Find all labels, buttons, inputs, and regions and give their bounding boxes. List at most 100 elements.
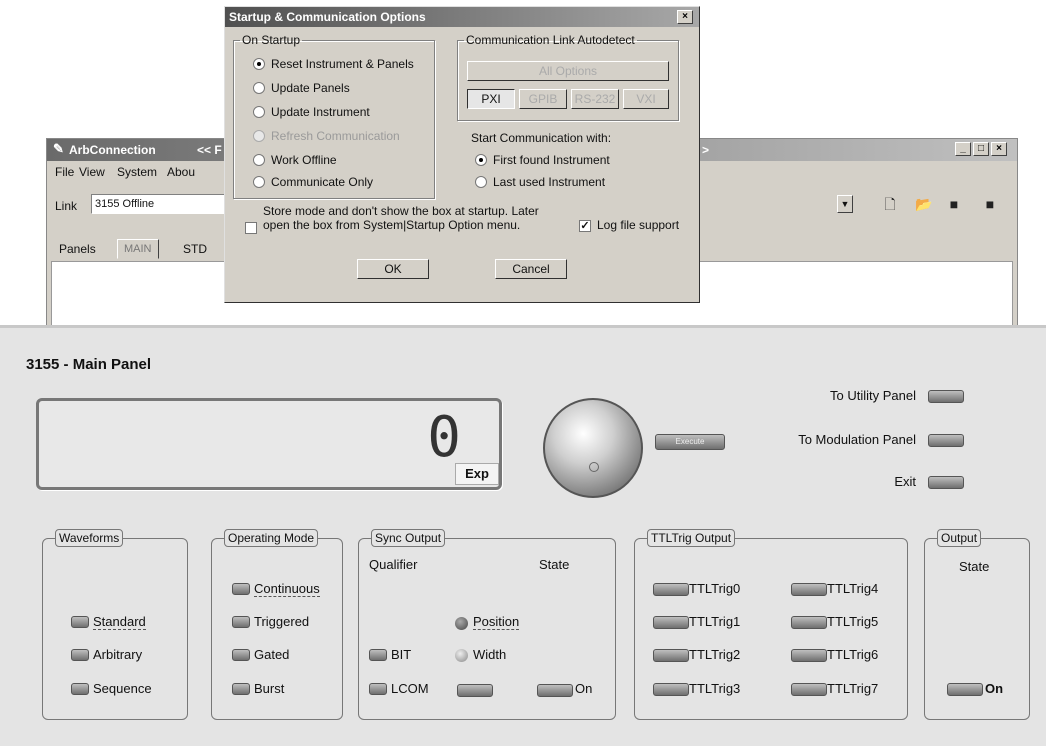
output-state-label: State <box>959 559 990 574</box>
all-options-button: All Options <box>467 61 669 81</box>
exit-label: Exit <box>894 474 916 489</box>
width-radio[interactable] <box>455 649 468 662</box>
radio-button[interactable] <box>253 58 265 70</box>
chevron-down-icon[interactable]: ▼ <box>837 195 853 213</box>
lcom-label: LCOM <box>391 681 429 696</box>
dialog-title-bar[interactable]: Startup & Communication Options × <box>225 7 699 27</box>
menu-view[interactable]: View <box>79 165 105 179</box>
start-communication-label: Start Communication with: <box>471 131 612 145</box>
open-folder-icon[interactable]: 📂 <box>915 196 933 212</box>
save-all-icon[interactable]: ■ <box>981 196 999 212</box>
lcom-led[interactable] <box>369 683 387 695</box>
state-label: State <box>539 557 570 572</box>
close-icon[interactable]: × <box>677 10 693 24</box>
output-on-button[interactable] <box>947 683 983 696</box>
link-field[interactable]: 3155 Offline <box>91 194 226 214</box>
display-value: 0 <box>427 405 461 470</box>
ttltrig5-button[interactable] <box>791 616 827 629</box>
link-label: Link <box>55 199 78 213</box>
qualifier-label: Qualifier <box>369 557 418 572</box>
ttltrig4-label: TTLTrig4 <box>827 581 879 596</box>
radio-button[interactable] <box>475 176 487 188</box>
ttltrig2-label: TTLTrig2 <box>689 647 741 662</box>
dialog-title: Startup & Communication Options <box>229 10 426 24</box>
ttltrig3-button[interactable] <box>653 683 689 696</box>
ttltrig4-button[interactable] <box>791 583 827 596</box>
radio-label: Update Panels <box>271 81 350 95</box>
tab-std[interactable]: STD <box>177 239 213 259</box>
waveforms-title: Waveforms <box>55 529 124 547</box>
ok-button[interactable]: OK <box>357 259 429 279</box>
store-mode-checkbox[interactable] <box>245 222 257 234</box>
to-utility-panel-button[interactable] <box>928 390 964 403</box>
ttltrig0-label: TTLTrig0 <box>689 581 741 596</box>
execute-button[interactable]: Execute <box>655 434 725 450</box>
operating-mode-title: Operating Mode <box>224 529 319 547</box>
burst-led[interactable] <box>232 683 250 695</box>
arb-window-title: ArbConnection <box>69 143 156 157</box>
radio-label: Communicate Only <box>271 175 374 189</box>
close-icon[interactable]: × <box>991 142 1007 156</box>
maximize-icon[interactable]: □ <box>973 142 989 156</box>
menu-system[interactable]: System <box>117 165 157 179</box>
radio-label: Refresh Communication <box>271 129 400 143</box>
to-utility-panel-label: To Utility Panel <box>830 388 916 403</box>
minimize-icon[interactable]: _ <box>955 142 971 156</box>
rs232-button: RS-232 <box>571 89 619 109</box>
log-file-checkbox[interactable]: ✓ <box>579 220 591 232</box>
ttltrig1-button[interactable] <box>653 616 689 629</box>
output-title: Output <box>937 529 982 547</box>
sync-state-button[interactable] <box>457 684 493 697</box>
bit-led[interactable] <box>369 649 387 661</box>
sequence-label: Sequence <box>93 681 152 696</box>
arbitrary-led[interactable] <box>71 649 89 661</box>
waveforms-group: Waveforms Standard Arbitrary Sequence <box>42 529 188 720</box>
cancel-button[interactable]: Cancel <box>495 259 567 279</box>
tab-main[interactable]: MAIN <box>117 239 159 259</box>
menu-file[interactable]: File <box>55 165 74 179</box>
sync-output-group: Sync Output Qualifier State Position BIT… <box>358 529 616 720</box>
vxi-button: VXI <box>623 89 669 109</box>
exp-button[interactable]: Exp <box>455 463 499 485</box>
ttltrig-output-title: TTLTrig Output <box>647 529 736 547</box>
new-file-icon[interactable]: 🗋 <box>881 196 899 212</box>
radio-button[interactable] <box>475 154 487 166</box>
store-mode-label: Store mode and don't show the box at sta… <box>263 204 539 232</box>
radio-button[interactable] <box>253 176 265 188</box>
save-icon[interactable]: ■ <box>945 196 963 212</box>
gated-label: Gated <box>254 647 290 662</box>
arb-window-title-suffix: << F <box>197 143 222 157</box>
rotary-knob[interactable] <box>543 398 643 498</box>
ttltrig2-button[interactable] <box>653 649 689 662</box>
triggered-led[interactable] <box>232 616 250 628</box>
autodetect-legend: Communication Link Autodetect <box>466 33 635 47</box>
burst-label: Burst <box>254 681 285 696</box>
continuous-label: Continuous <box>254 581 320 597</box>
continuous-led[interactable] <box>232 583 250 595</box>
width-label: Width <box>473 647 507 662</box>
radio-button[interactable] <box>253 106 265 118</box>
ttltrig7-button[interactable] <box>791 683 827 696</box>
numeric-display: 0 Exp <box>36 398 502 490</box>
pxi-button[interactable]: PXI <box>467 89 515 109</box>
bit-label: BIT <box>391 647 412 662</box>
sync-on-button[interactable] <box>537 684 573 697</box>
radio-button[interactable] <box>253 154 265 166</box>
radio-button <box>253 130 265 142</box>
pen-icon: ✎ <box>53 141 64 156</box>
ttltrig0-button[interactable] <box>653 583 689 596</box>
knob-indicator-icon <box>589 462 599 472</box>
radio-label: Work Offline <box>271 153 337 167</box>
standard-led[interactable] <box>71 616 89 628</box>
menu-about[interactable]: Abou <box>167 165 195 179</box>
gated-led[interactable] <box>232 649 250 661</box>
radio-label: Reset Instrument & Panels <box>271 57 414 71</box>
triggered-label: Triggered <box>254 614 310 629</box>
radio-label: Last used Instrument <box>493 175 606 189</box>
radio-button[interactable] <box>253 82 265 94</box>
ttltrig6-button[interactable] <box>791 649 827 662</box>
exit-button[interactable] <box>928 476 964 489</box>
position-radio[interactable] <box>455 617 468 630</box>
to-modulation-panel-button[interactable] <box>928 434 964 447</box>
sequence-led[interactable] <box>71 683 89 695</box>
